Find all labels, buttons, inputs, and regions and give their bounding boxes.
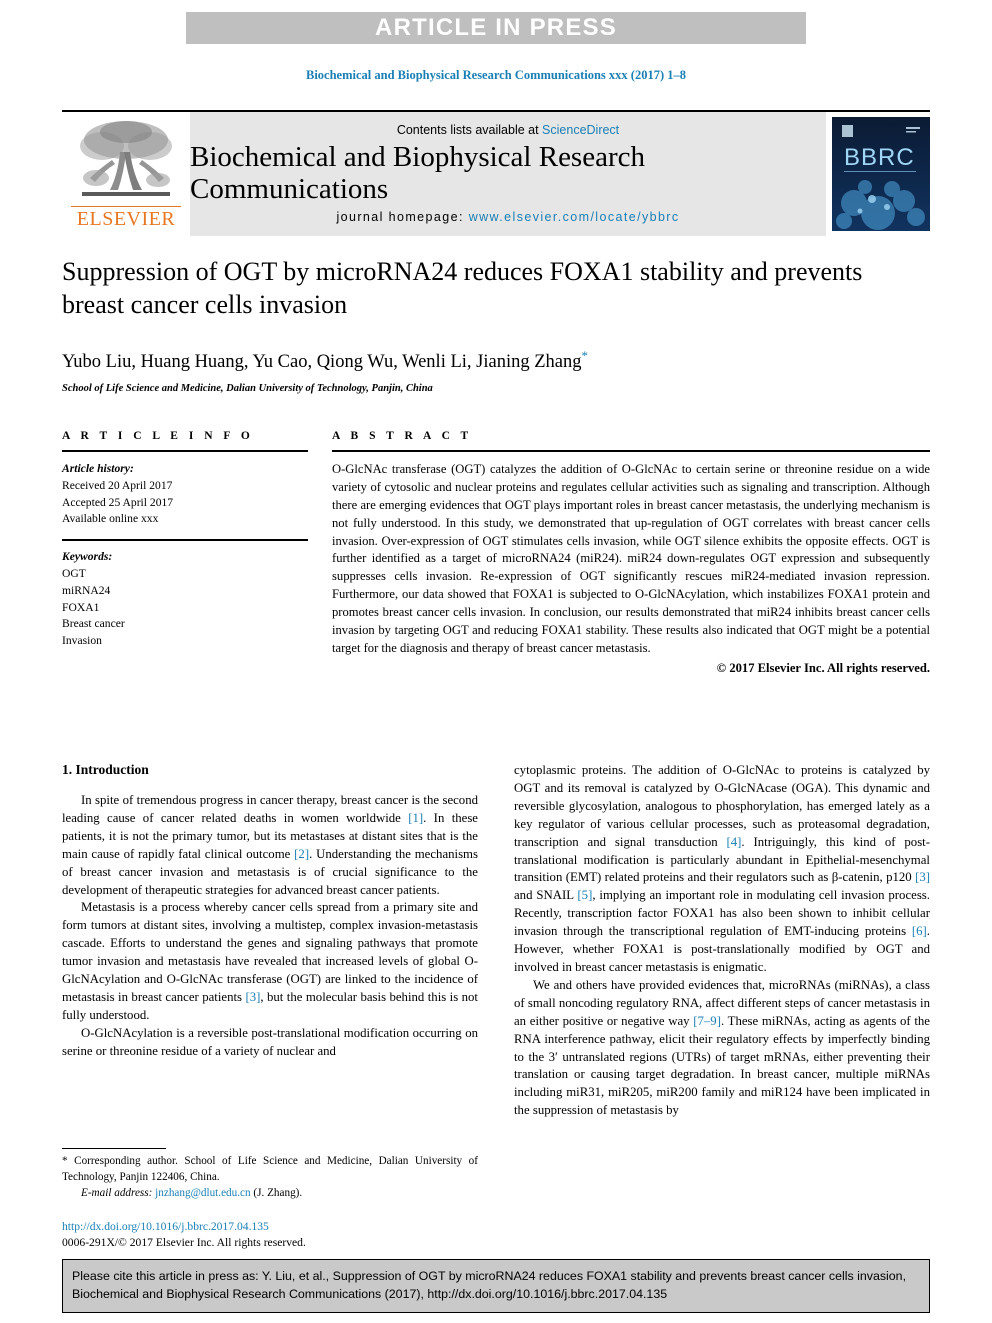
keyword-item: Invasion bbox=[62, 634, 102, 648]
footnote-rule bbox=[62, 1148, 166, 1149]
keyword-item: miRNA24 bbox=[62, 583, 111, 597]
corresponding-author-note: * Corresponding author. School of Life S… bbox=[62, 1155, 478, 1183]
keyword-item: OGT bbox=[62, 566, 86, 580]
journal-cover-thumbnail: BBRC bbox=[832, 117, 930, 231]
contents-prefix: Contents lists available at bbox=[396, 123, 543, 137]
homepage-label: journal homepage: bbox=[336, 210, 469, 224]
paragraph: cytoplasmic proteins. The addition of O-… bbox=[514, 763, 930, 974]
doi-link[interactable]: http://dx.doi.org/10.1016/j.bbrc.2017.04… bbox=[62, 1219, 478, 1235]
elsevier-wordmark: ELSEVIER bbox=[71, 206, 181, 231]
keyword-item: Breast cancer bbox=[62, 617, 125, 631]
abstract-column: A B S T R A C T O-GlcNAc transferase (OG… bbox=[332, 430, 930, 676]
abstract-heading: A B S T R A C T bbox=[332, 430, 473, 442]
paragraph: O-GlcNAcylation is a reversible post-tra… bbox=[62, 1025, 478, 1058]
citation-reference[interactable]: [1] bbox=[408, 811, 423, 825]
citation-reference[interactable]: [6] bbox=[912, 924, 927, 938]
elsevier-tree-icon bbox=[80, 121, 172, 196]
article-info-column: A R T I C L E I N F O Article history: R… bbox=[62, 430, 308, 676]
info-abstract-section: A R T I C L E I N F O Article history: R… bbox=[62, 430, 930, 676]
journal-masthead: ELSEVIER Contents lists available at Sci… bbox=[62, 110, 930, 236]
section-title-introduction: 1. Introduction bbox=[62, 762, 149, 777]
citation-reference[interactable]: [3] bbox=[245, 990, 260, 1004]
paragraph: In spite of tremendous progress in cance… bbox=[62, 793, 478, 897]
keywords-list: Keywords: OGT miRNA24 FOXA1 Breast cance… bbox=[62, 549, 308, 650]
article-info-heading: A R T I C L E I N F O bbox=[62, 430, 254, 442]
masthead-center: Contents lists available at ScienceDirec… bbox=[190, 112, 826, 236]
journal-homepage-line: journal homepage: www.elsevier.com/locat… bbox=[336, 210, 679, 224]
elsevier-logo: ELSEVIER bbox=[62, 112, 190, 236]
citation-reference[interactable]: [4] bbox=[727, 835, 742, 849]
citation-reference[interactable]: [5] bbox=[577, 888, 592, 902]
corresponding-author-marker: * bbox=[581, 347, 588, 363]
article-in-press-banner: ARTICLE IN PRESS bbox=[186, 12, 806, 44]
author-names: Yubo Liu, Huang Huang, Yu Cao, Qiong Wu,… bbox=[62, 351, 582, 372]
svg-text:BBRC: BBRC bbox=[844, 144, 915, 171]
keyword-item: FOXA1 bbox=[62, 600, 100, 614]
email-link[interactable]: jnzhang@dlut.edu.cn bbox=[155, 1187, 250, 1199]
keywords-label: Keywords: bbox=[62, 550, 113, 564]
contents-lists-line: Contents lists available at ScienceDirec… bbox=[397, 123, 619, 137]
footnote-block: * Corresponding author. School of Life S… bbox=[62, 1148, 478, 1252]
divider-rule bbox=[62, 539, 308, 542]
left-column: 1. Introduction In spite of tremendous p… bbox=[62, 762, 478, 1120]
affiliation: School of Life Science and Medicine, Dal… bbox=[62, 382, 433, 394]
history-item: Received 20 April 2017 bbox=[62, 478, 173, 492]
citation-reference[interactable]: [7–9] bbox=[693, 1014, 721, 1028]
doi-block: http://dx.doi.org/10.1016/j.bbrc.2017.04… bbox=[62, 1219, 478, 1252]
history-item: Available online xxx bbox=[62, 512, 159, 526]
citation-reference[interactable]: [3] bbox=[915, 870, 930, 884]
sciencedirect-link[interactable]: ScienceDirect bbox=[542, 123, 619, 137]
abstract-copyright: © 2017 Elsevier Inc. All rights reserved… bbox=[716, 660, 930, 675]
cite-this-article-box: Please cite this article in press as: Y.… bbox=[62, 1259, 930, 1314]
article-history-label: Article history: bbox=[62, 462, 134, 475]
paragraph: We and others have provided evidences th… bbox=[514, 977, 930, 1118]
article-history: Article history: Received 20 April 2017 … bbox=[62, 461, 308, 528]
right-column: cytoplasmic proteins. The addition of O-… bbox=[514, 762, 930, 1120]
page-title: Suppression of OGT by microRNA24 reduces… bbox=[62, 257, 863, 320]
journal-running-head: Biochemical and Biophysical Research Com… bbox=[306, 68, 686, 82]
email-line: E-mail address: jnzhang@dlut.edu.cn (J. … bbox=[62, 1186, 478, 1202]
homepage-url-link[interactable]: www.elsevier.com/locate/ybbrc bbox=[469, 210, 680, 224]
body-columns: 1. Introduction In spite of tremendous p… bbox=[62, 762, 930, 1120]
divider-rule bbox=[62, 450, 308, 452]
journal-title: Biochemical and Biophysical Research Com… bbox=[190, 140, 645, 205]
divider-rule bbox=[332, 450, 930, 452]
article-page: ARTICLE IN PRESS Biochemical and Biophys… bbox=[0, 0, 992, 1323]
email-label: E-mail address: bbox=[81, 1186, 153, 1199]
title-block: Suppression of OGT by microRNA24 reduces… bbox=[62, 255, 930, 394]
bbrc-cover-image: BBRC bbox=[832, 117, 930, 231]
citation-reference[interactable]: [2] bbox=[294, 847, 309, 861]
email-suffix: (J. Zhang). bbox=[253, 1186, 303, 1199]
abstract-text: O-GlcNAc transferase (OGT) catalyzes the… bbox=[332, 462, 930, 655]
issn-copyright-line: 0006-291X/© 2017 Elsevier Inc. All right… bbox=[62, 1236, 306, 1250]
paragraph: Metastasis is a process whereby cancer c… bbox=[62, 900, 478, 1022]
history-item: Accepted 25 April 2017 bbox=[62, 495, 174, 509]
author-list: Yubo Liu, Huang Huang, Yu Cao, Qiong Wu,… bbox=[62, 348, 930, 373]
